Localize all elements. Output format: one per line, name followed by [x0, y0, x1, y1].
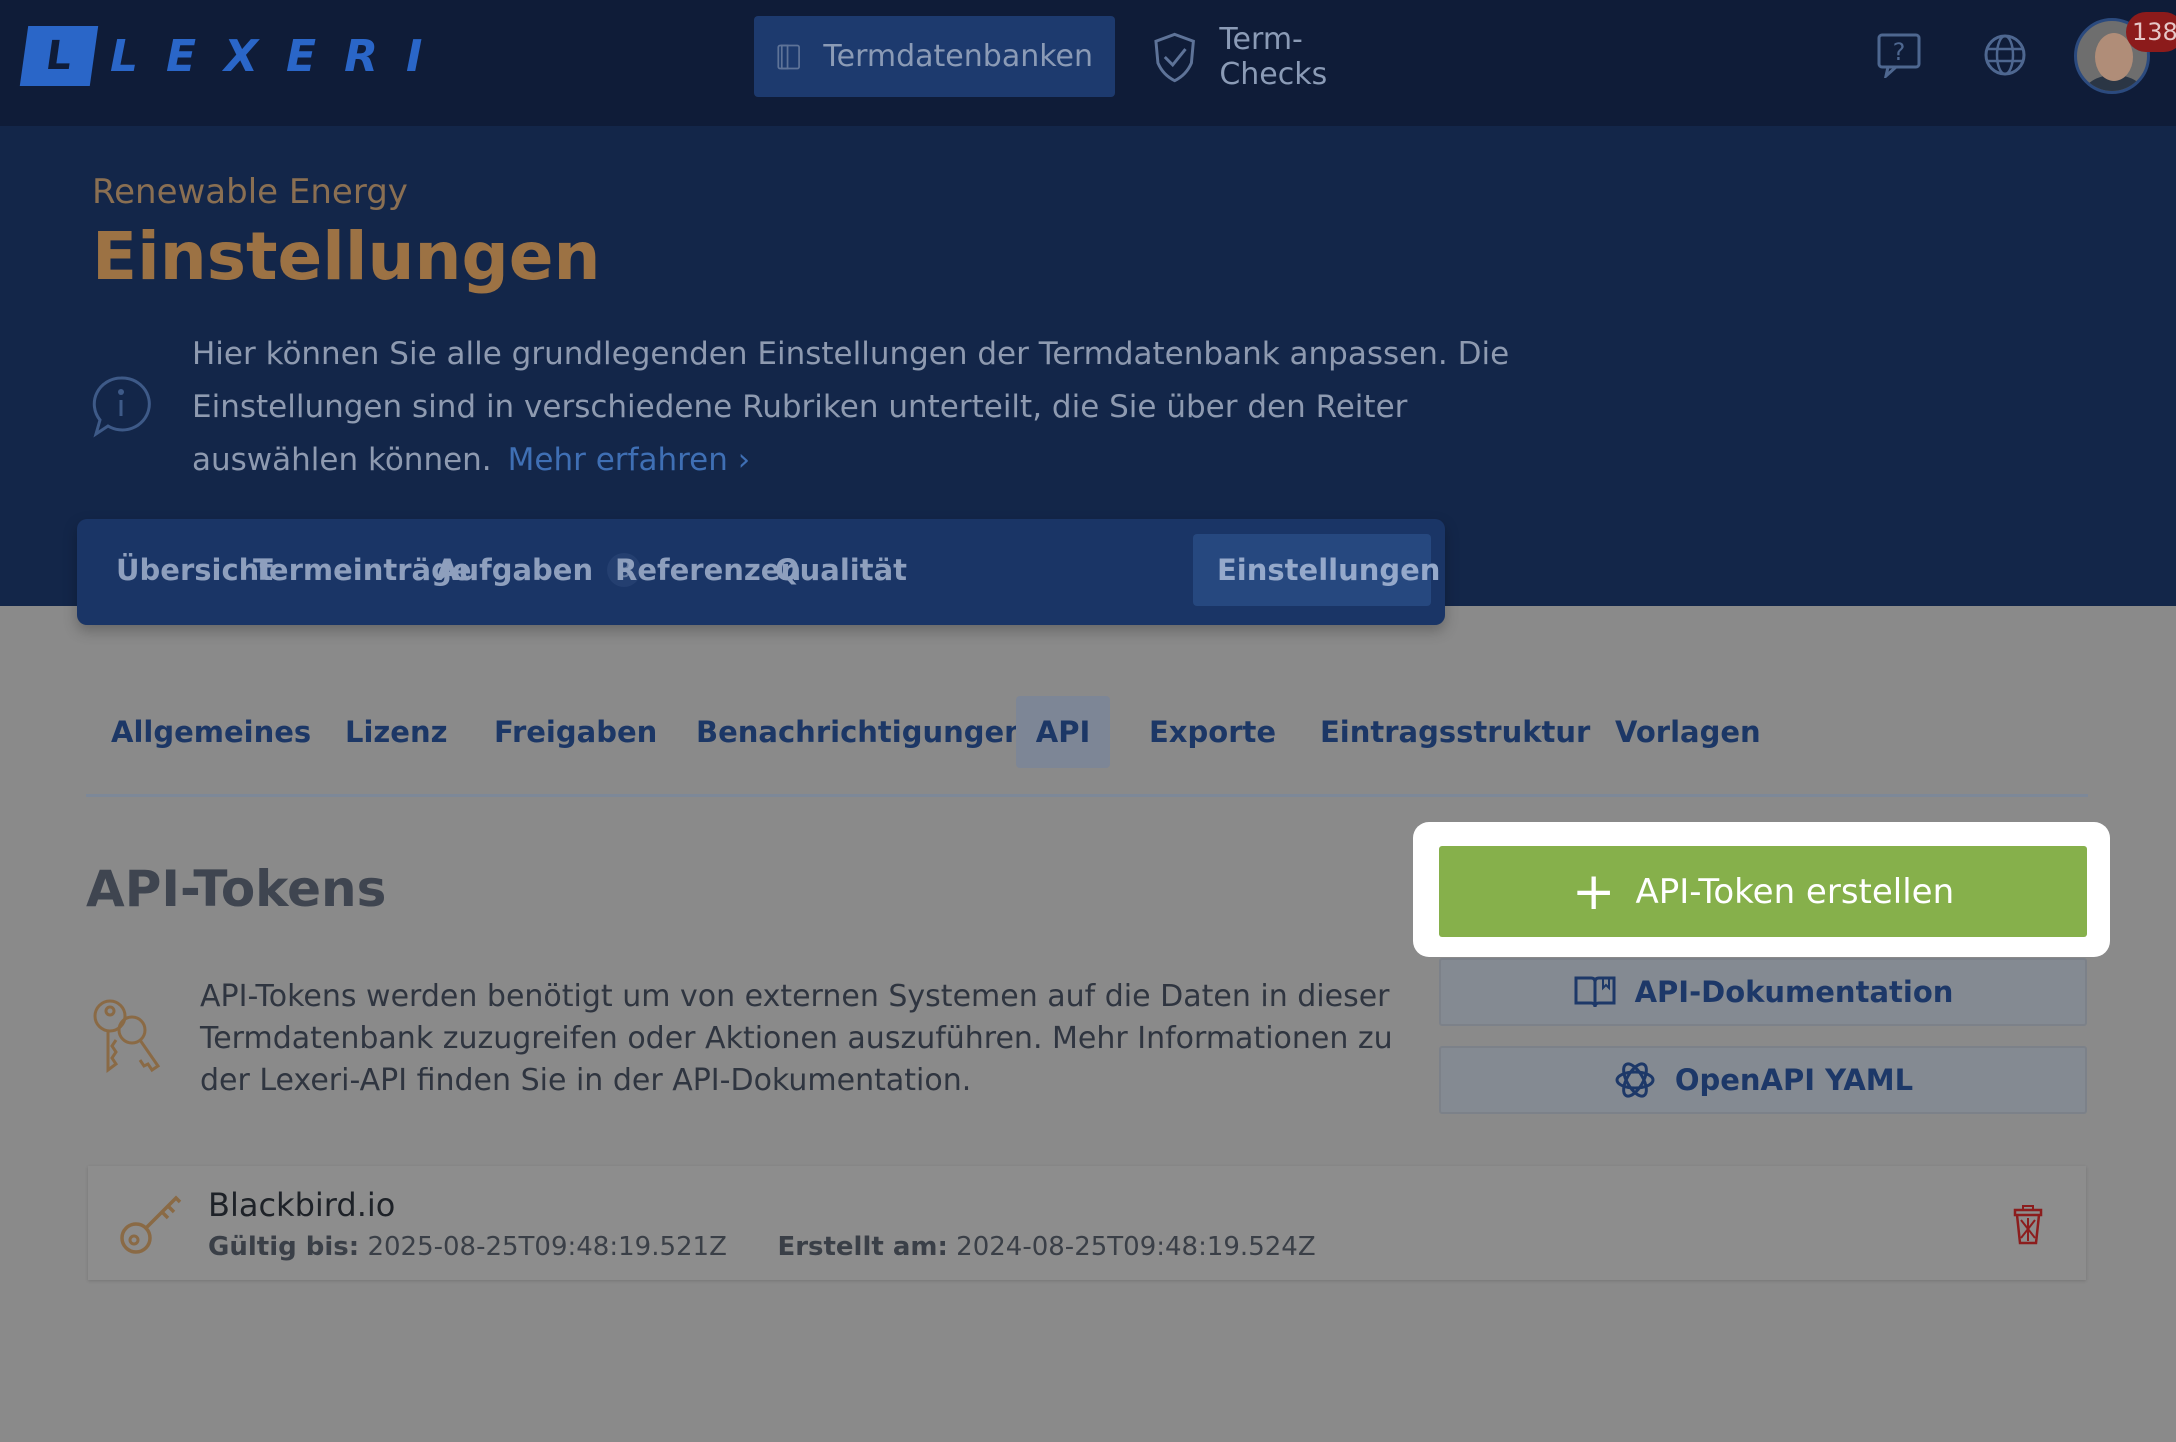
section-title: API-Tokens	[86, 860, 387, 918]
api-documentation-label: API-Dokumentation	[1634, 975, 1954, 1009]
plus-icon: +	[1571, 861, 1616, 922]
openai-logo-icon	[1615, 1062, 1655, 1098]
logo-text: LEXERI	[110, 30, 451, 82]
token-meta: Gültig bis: 2025-08-25T09:48:19.521Z Ers…	[208, 1232, 1316, 1262]
page-title: Einstellungen	[92, 218, 601, 295]
created-at-label: Erstellt am:	[777, 1232, 948, 1262]
globe-icon[interactable]	[1982, 32, 2028, 78]
subtab-api-label: API	[1035, 715, 1091, 749]
header-description-text: Hier können Sie alle grundlegenden Einst…	[192, 336, 1510, 478]
subtab-exporte[interactable]: Exporte	[1125, 696, 1300, 768]
subtab-lizenz-label: Lizenz	[345, 715, 448, 749]
subtab-vorlagen[interactable]: Vorlagen	[1591, 696, 1785, 768]
subtab-eintragsstruktur-label: Eintragsstruktur	[1320, 715, 1591, 749]
nav-term-checks-label: Term-Checks	[1219, 21, 1328, 92]
subtab-allgemeines-label: Allgemeines	[111, 715, 312, 749]
subtab-freigaben[interactable]: Freigaben	[470, 696, 681, 768]
valid-until-value: 2025-08-25T09:48:19.521Z	[367, 1232, 727, 1262]
subtab-benachrichtigungen-label: Benachrichtigungen	[696, 715, 1025, 749]
tab-qualitaet[interactable]: Qualität	[751, 534, 931, 606]
nav-termdatenbanken-label: Termdatenbanken	[823, 39, 1093, 74]
key-icon	[120, 1195, 182, 1254]
lexeri-logo[interactable]: L LEXERI	[19, 26, 451, 86]
valid-until-label: Gültig bis:	[208, 1232, 360, 1262]
openapi-yaml-button[interactable]: OpenAPI YAML	[1439, 1046, 2087, 1114]
tab-einstellungen[interactable]: Einstellungen	[1193, 534, 1440, 606]
learn-more-link[interactable]: Mehr erfahren ›	[508, 442, 751, 478]
subtab-vorlagen-label: Vorlagen	[1615, 715, 1761, 749]
termbase-name: Renewable Energy	[92, 172, 408, 212]
book-icon	[777, 44, 800, 69]
nav-term-checks[interactable]: Term-Checks	[1130, 16, 1430, 97]
subtab-allgemeines[interactable]: Allgemeines	[87, 696, 335, 768]
openapi-yaml-label: OpenAPI YAML	[1674, 1063, 1914, 1097]
info-icon	[92, 376, 151, 438]
logo-mark: L	[19, 26, 99, 86]
tab-qualitaet-label: Qualität	[775, 553, 908, 587]
svg-text:?: ?	[1893, 38, 1906, 66]
trash-icon[interactable]	[2012, 1204, 2044, 1246]
subtab-eintragsstruktur[interactable]: Eintragsstruktur	[1296, 696, 1614, 768]
create-api-token-button[interactable]: + API-Token erstellen	[1439, 846, 2087, 937]
token-name: Blackbird.io	[208, 1186, 396, 1224]
header-description: Hier können Sie alle grundlegenden Einst…	[192, 328, 1532, 487]
tab-einstellungen-label: Einstellungen	[1217, 553, 1441, 587]
created-at-value: 2024-08-25T09:48:19.524Z	[956, 1232, 1316, 1262]
create-api-token-label: API-Token erstellen	[1635, 871, 1955, 912]
api-documentation-button[interactable]: API-Dokumentation	[1439, 958, 2087, 1026]
open-book-icon	[1574, 976, 1616, 1008]
subtab-divider	[86, 794, 2088, 797]
token-list-item: Blackbird.io Gültig bis: 2025-08-25T09:4…	[88, 1166, 2086, 1280]
learn-more-label: Mehr erfahren	[507, 442, 728, 478]
subtab-lizenz[interactable]: Lizenz	[321, 696, 472, 768]
top-navigation: L LEXERI Termdatenbanken Term-Checks ? 1…	[0, 0, 2176, 126]
subtab-api[interactable]: API	[1016, 696, 1110, 768]
subtab-benachrichtigungen[interactable]: Benachrichtigungen	[672, 696, 1049, 768]
help-icon[interactable]: ?	[1876, 32, 1922, 78]
subtab-freigaben-label: Freigaben	[494, 715, 658, 749]
tab-aufgaben-label: Aufgaben	[436, 553, 594, 587]
main-tabs: Übersicht Termeinträge Aufgaben 8 Referen…	[77, 519, 1445, 625]
subtab-exporte-label: Exporte	[1149, 715, 1277, 749]
shield-check-icon	[1154, 32, 1195, 82]
section-description: API-Tokens werden benötigt um von extern…	[200, 979, 1393, 1098]
keys-icon	[93, 999, 161, 1073]
nav-termdatenbanken[interactable]: Termdatenbanken	[754, 16, 1115, 97]
notification-badge[interactable]: 138	[2126, 12, 2176, 52]
